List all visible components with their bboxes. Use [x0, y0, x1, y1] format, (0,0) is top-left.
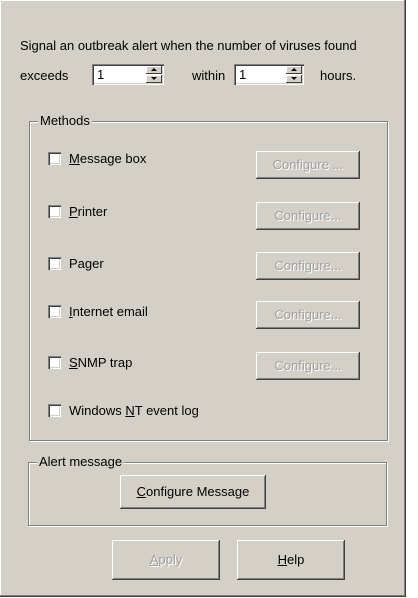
exceeds-spinner[interactable]: 1 [92, 64, 164, 85]
configure-message-box-button[interactable]: Configure ... [256, 151, 360, 179]
nt-event-log-checkbox[interactable] [48, 404, 61, 417]
message-box-label[interactable]: Message box [69, 151, 146, 166]
snmp-trap-label[interactable]: SNMP trap [69, 355, 132, 370]
hours-label: hours. [320, 68, 357, 83]
printer-checkbox[interactable] [48, 205, 61, 218]
printer-label[interactable]: Printer [69, 204, 107, 219]
help-button[interactable]: Help [237, 540, 345, 580]
configure-message-button[interactable]: Configure Message [120, 475, 266, 509]
nt-event-log-label[interactable]: Windows NT event log [69, 403, 199, 418]
spin-up-icon[interactable] [286, 66, 302, 74]
internet-email-label[interactable]: Internet email [69, 304, 148, 319]
within-spinner[interactable]: 1 [234, 64, 304, 85]
within-label: within [192, 68, 226, 83]
spin-down-icon[interactable] [286, 75, 302, 83]
apply-button[interactable]: Apply [112, 540, 220, 580]
outbreak-alert-dialog: Signal an outbreak alert when the number… [0, 0, 406, 597]
exceeds-value[interactable]: 1 [97, 67, 104, 82]
outbreak-description: Signal an outbreak alert when the number… [20, 38, 357, 53]
configure-snmp-trap-button[interactable]: Configure... [256, 352, 360, 380]
spin-up-icon[interactable] [146, 66, 162, 74]
methods-group-title: Methods [38, 113, 92, 128]
alert-message-group-title: Alert message [37, 454, 125, 469]
configure-printer-button[interactable]: Configure... [256, 202, 360, 230]
internet-email-checkbox[interactable] [48, 305, 61, 318]
configure-pager-button[interactable]: Configure... [256, 252, 360, 280]
snmp-trap-checkbox[interactable] [48, 356, 61, 369]
pager-label[interactable]: Pager [69, 256, 104, 271]
within-value[interactable]: 1 [239, 67, 246, 82]
configure-internet-email-button[interactable]: Configure... [256, 301, 360, 329]
message-box-checkbox[interactable] [48, 152, 61, 165]
pager-checkbox[interactable] [48, 257, 61, 270]
exceeds-label: exceeds [20, 68, 69, 83]
spin-down-icon[interactable] [146, 75, 162, 83]
